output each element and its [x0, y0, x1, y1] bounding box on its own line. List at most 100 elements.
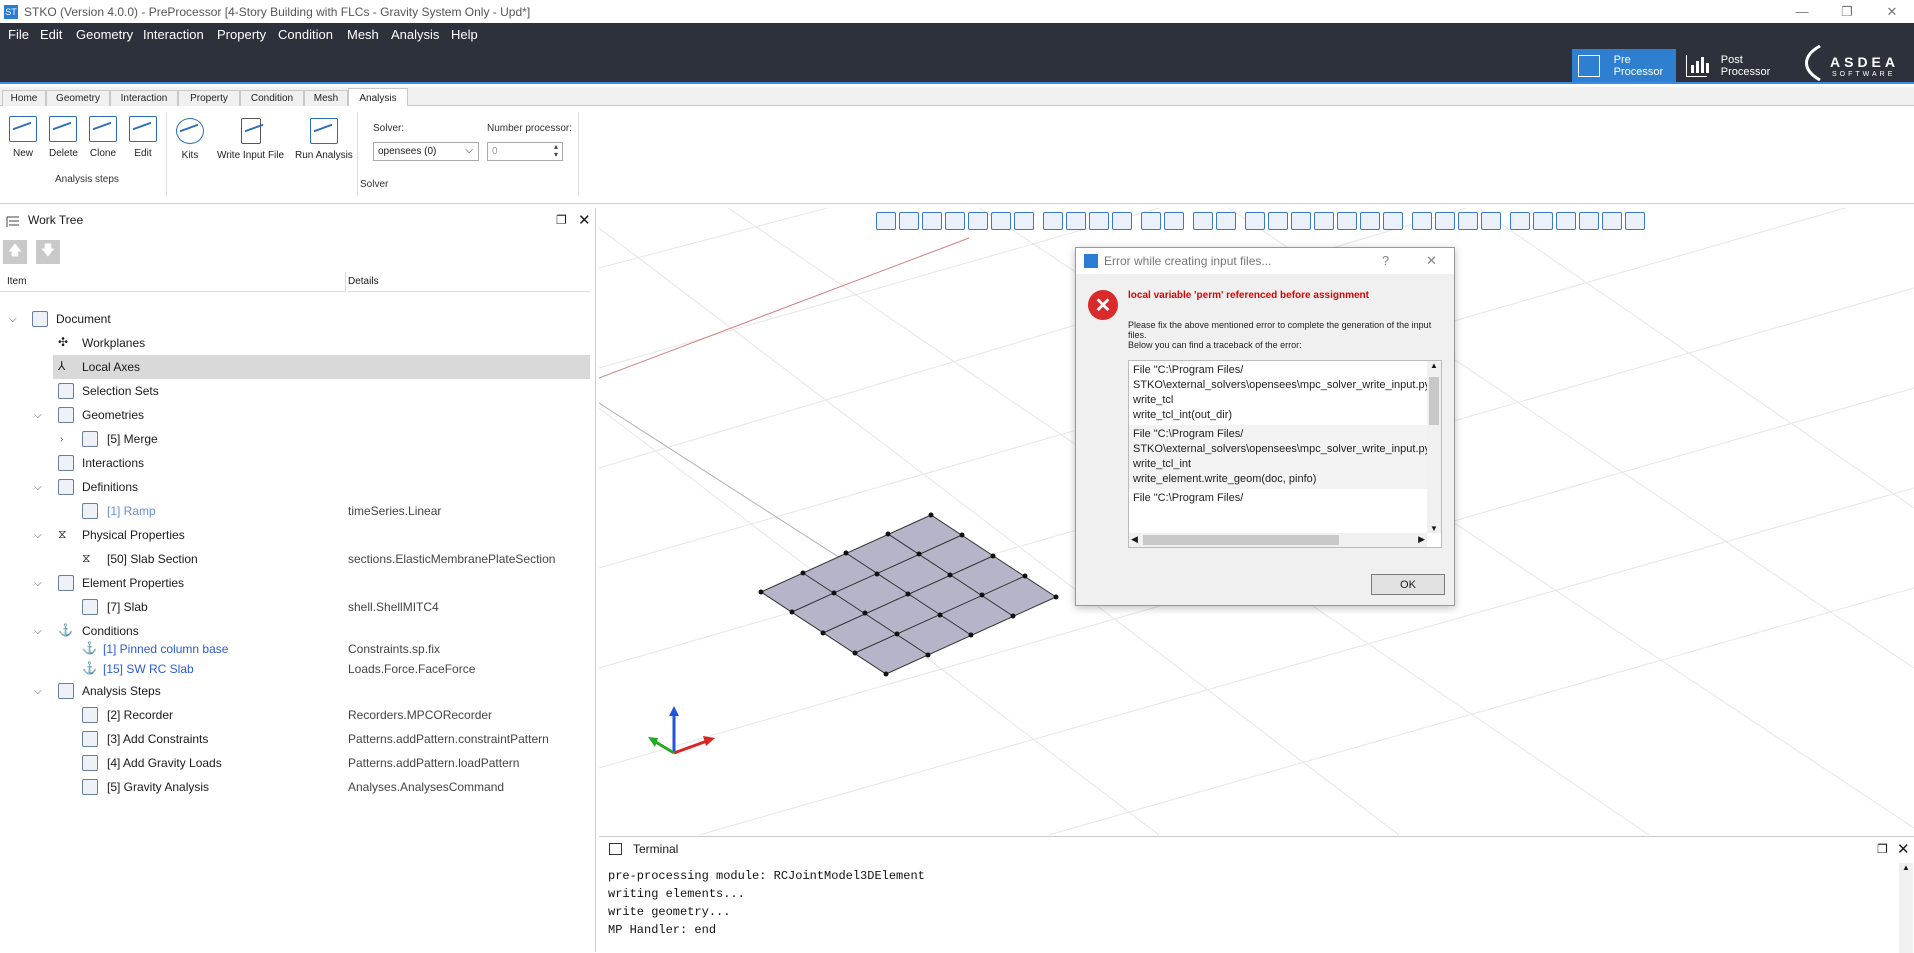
delete-step-button[interactable]: Delete	[49, 116, 78, 159]
zoom-fit-icon[interactable]	[1193, 212, 1213, 230]
menu-geometry[interactable]: Geometry	[76, 27, 133, 42]
view-front-icon[interactable]	[899, 212, 919, 230]
grid-icon[interactable]	[1291, 212, 1311, 230]
hide-icon[interactable]	[1089, 212, 1109, 230]
menu-analysis[interactable]: Analysis	[391, 27, 439, 42]
menu-edit[interactable]: Edit	[40, 27, 62, 42]
tree-row-document[interactable]: ⌵ Document	[0, 307, 590, 331]
tree-row-analysis-steps[interactable]: ⌵ Analysis Steps	[0, 679, 590, 703]
move-down-button[interactable]: 🡇	[36, 240, 60, 264]
tree-row-local-axes[interactable]: ⅄ Local Axes	[53, 355, 590, 379]
filter-6-icon[interactable]	[1625, 212, 1645, 230]
grid-toggle-icon[interactable]	[1314, 212, 1334, 230]
traceback-vertical-scrollbar[interactable]: ▲ ▼	[1427, 361, 1441, 533]
pre-processor-button[interactable]: Pre Processor	[1572, 49, 1676, 82]
orthographic-icon[interactable]	[1164, 212, 1184, 230]
display-mode-3-icon[interactable]	[1458, 212, 1478, 230]
float-panel-icon[interactable]: ❐	[556, 213, 567, 227]
scroll-right-icon[interactable]: ▶	[1418, 534, 1425, 545]
tree-row-definitions[interactable]: ⌵ Definitions	[0, 475, 590, 499]
tree-row-merge[interactable]: › [5] Merge	[0, 427, 590, 451]
display-mode-4-icon[interactable]	[1481, 212, 1501, 230]
clone-step-button[interactable]: Clone	[89, 116, 117, 159]
view-top-icon[interactable]	[991, 212, 1011, 230]
tree-row-gravity-analysis[interactable]: [5] Gravity Analysis Analyses.AnalysesCom…	[0, 775, 590, 799]
filter-2-icon[interactable]	[1533, 212, 1553, 230]
filter-3-icon[interactable]	[1556, 212, 1576, 230]
chevron-down-icon[interactable]: ⌵	[34, 410, 42, 421]
display-mode-2-icon[interactable]	[1435, 212, 1455, 230]
select-icon[interactable]	[1383, 212, 1403, 230]
move-up-button[interactable]: 🡅	[3, 240, 27, 264]
tree-row-physical-properties[interactable]: ⌵ ⧖ Physical Properties	[0, 523, 590, 547]
spinner-icon[interactable]: ▴ ▾	[554, 143, 558, 159]
filter-5-icon[interactable]	[1602, 212, 1622, 230]
minimize-button[interactable]: —	[1782, 0, 1822, 23]
close-panel-icon[interactable]: ✕	[578, 211, 591, 229]
number-processor-input[interactable]: 0 ▴ ▾	[487, 142, 563, 161]
menu-help[interactable]: Help	[451, 27, 478, 42]
close-panel-icon[interactable]: ✕	[1897, 840, 1910, 858]
chevron-down-icon[interactable]: ⌵	[34, 578, 42, 589]
menu-condition[interactable]: Condition	[278, 27, 333, 42]
scrollbar-thumb[interactable]	[1143, 535, 1339, 545]
post-processor-button[interactable]: Post Processor	[1680, 49, 1785, 82]
tree-row-geometries[interactable]: ⌵ Geometries	[0, 403, 590, 427]
dialog-close-button[interactable]: ✕	[1426, 253, 1437, 269]
scroll-up-icon[interactable]: ▲	[1902, 863, 1910, 872]
axes-icon[interactable]	[1337, 212, 1357, 230]
edit-step-button[interactable]: Edit	[129, 116, 157, 159]
display-mode-icon[interactable]	[1412, 212, 1432, 230]
tree-row-sw-rc-slab[interactable]: ⚓ [15] SW RC Slab Loads.Force.FaceForce	[0, 659, 590, 679]
tab-mesh[interactable]: Mesh	[304, 90, 348, 106]
view-bottom-icon[interactable]	[1014, 212, 1034, 230]
zoom-icon[interactable]	[1216, 212, 1236, 230]
terminal-scrollbar[interactable]: ▲	[1899, 863, 1913, 953]
filter-4-icon[interactable]	[1579, 212, 1599, 230]
tree-row-selection-sets[interactable]: Selection Sets	[0, 379, 590, 403]
restore-button[interactable]: ❐	[1827, 0, 1867, 23]
float-panel-icon[interactable]: ❐	[1877, 842, 1888, 856]
tab-analysis[interactable]: Analysis	[348, 88, 408, 107]
chevron-down-icon[interactable]: ⌵	[34, 686, 42, 697]
menu-interaction[interactable]: Interaction	[143, 27, 204, 42]
tree-row-add-gravity-loads[interactable]: [4] Add Gravity Loads Patterns.addPattern…	[0, 751, 590, 775]
column-header-item[interactable]: Item	[0, 272, 346, 292]
visibility-icon[interactable]	[1043, 212, 1063, 230]
chevron-down-icon[interactable]: ⌵	[34, 626, 42, 637]
tab-property[interactable]: Property	[178, 90, 240, 106]
menu-mesh[interactable]: Mesh	[347, 27, 379, 42]
menu-file[interactable]: File	[8, 27, 29, 42]
tree-row-interactions[interactable]: Interactions	[0, 451, 590, 475]
traceback-horizontal-scrollbar[interactable]: ◀ ▶	[1129, 533, 1427, 547]
help-button[interactable]: ?	[1382, 253, 1389, 268]
tree-row-add-constraints[interactable]: [3] Add Constraints Patterns.addPattern.c…	[0, 727, 590, 751]
screenshot-icon[interactable]	[1245, 212, 1265, 230]
measure-icon[interactable]	[1268, 212, 1288, 230]
filter-icon[interactable]	[1510, 212, 1530, 230]
camera-icon[interactable]	[1112, 212, 1132, 230]
tree-row-pinned-column-base[interactable]: ⚓ [1] Pinned column base Constraints.sp.fi…	[0, 639, 590, 659]
chevron-right-icon[interactable]: ›	[60, 434, 63, 445]
view-iso-icon[interactable]	[876, 212, 896, 230]
tree-row-recorder[interactable]: [2] Recorder Recorders.MPCORecorder	[0, 703, 590, 727]
tree-row-slab[interactable]: [7] Slab shell.ShellMITC4	[0, 595, 590, 619]
close-window-button[interactable]: ✕	[1872, 0, 1912, 23]
scrollbar-thumb[interactable]	[1429, 377, 1439, 425]
chevron-down-icon[interactable]: ⌵	[34, 482, 42, 493]
column-header-details[interactable]: Details	[348, 272, 590, 292]
tab-interaction[interactable]: Interaction	[110, 90, 178, 106]
menu-property[interactable]: Property	[217, 27, 266, 42]
scroll-down-icon[interactable]: ▼	[1430, 524, 1438, 533]
ok-button[interactable]: OK	[1371, 574, 1445, 595]
select-box-icon[interactable]	[1360, 212, 1380, 230]
tab-geometry[interactable]: Geometry	[46, 90, 110, 106]
new-step-button[interactable]: New	[9, 116, 37, 159]
view-left-icon[interactable]	[945, 212, 965, 230]
write-input-file-button[interactable]: Write Input File	[217, 118, 284, 161]
chevron-down-icon[interactable]: ⌵	[34, 530, 42, 541]
tree-row-ramp[interactable]: [1] Ramp timeSeries.Linear	[0, 499, 590, 523]
solver-select[interactable]: opensees (0) ⌵	[373, 142, 479, 161]
scroll-up-icon[interactable]: ▲	[1430, 361, 1438, 370]
tab-condition[interactable]: Condition	[240, 90, 304, 106]
